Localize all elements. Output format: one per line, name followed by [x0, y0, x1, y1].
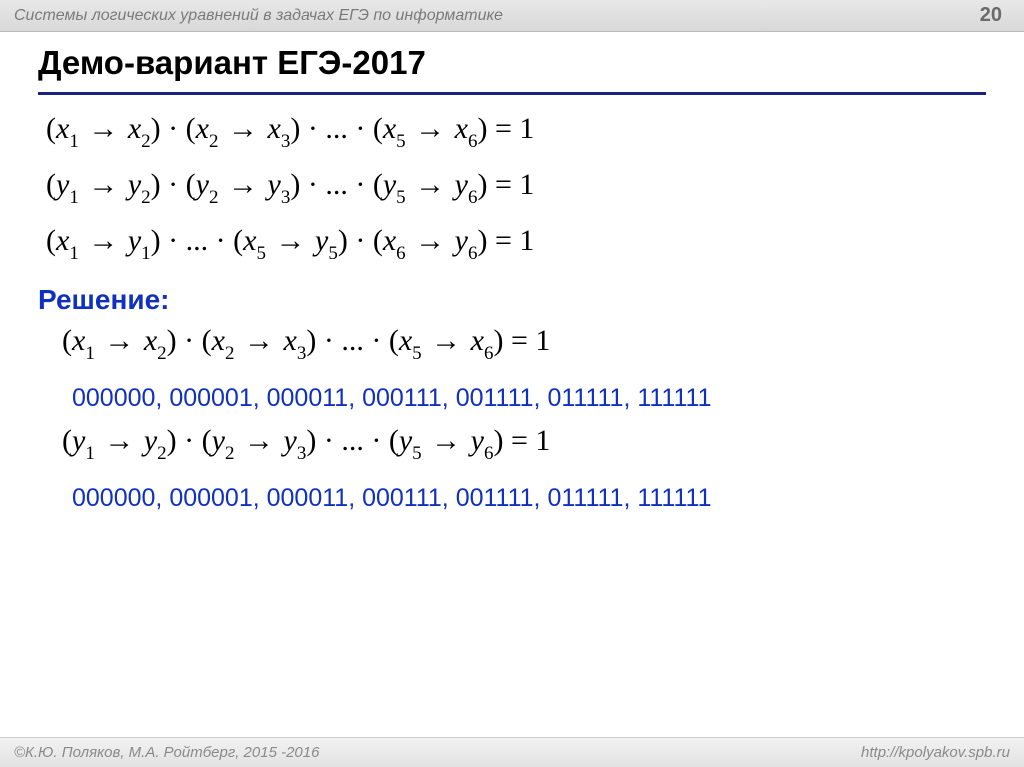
page-number: 20	[980, 4, 1002, 27]
equation-4: (x1 → x2) · (x2 → x3) · ... · (x5 → x6) …	[62, 324, 550, 363]
solutions-row-2: 000000, 000001, 000011, 000111, 001111, …	[72, 484, 711, 513]
page-title: Демо-вариант ЕГЭ-2017	[38, 44, 426, 82]
title-rule	[38, 92, 986, 95]
equation-1: (x1 → x2) · (x2 → x3) · ... · (x5 → x6) …	[46, 112, 534, 151]
equation-2: (y1 → y2) · (y2 → y3) · ... · (y5 → y6) …	[46, 168, 534, 207]
footer-credit: ©К.Ю. Поляков, М.А. Ройтберг, 2015 -2016	[14, 744, 319, 761]
equation-5: (y1 → y2) · (y2 → y3) · ... · (y5 → y6) …	[62, 424, 550, 463]
footer-bar: ©К.Ю. Поляков, М.А. Ройтберг, 2015 -2016…	[0, 737, 1024, 767]
header-topic: Системы логических уравнений в задачах Е…	[14, 7, 503, 25]
footer-url: http://kpolyakov.spb.ru	[861, 744, 1010, 761]
equation-3: (x1 → y1) · ... · (x5 → y5) · (x6 → y6) …	[46, 224, 534, 263]
solution-label: Решение:	[38, 284, 169, 316]
header-bar: Системы логических уравнений в задачах Е…	[0, 0, 1024, 32]
solutions-row-1: 000000, 000001, 000011, 000111, 001111, …	[72, 384, 711, 413]
slide: Системы логических уравнений в задачах Е…	[0, 0, 1024, 767]
